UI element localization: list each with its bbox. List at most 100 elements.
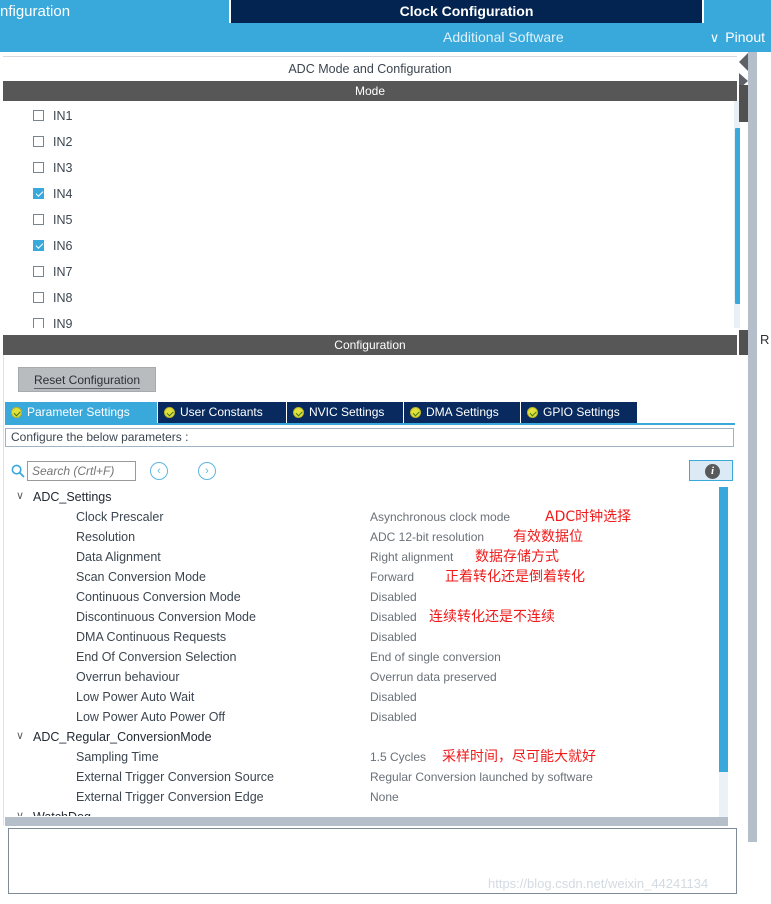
tab-dma-settings[interactable]: DMA Settings [404,402,520,423]
tab-label: Parameter Settings [27,405,130,419]
topbar-right-strip [706,0,771,23]
reset-configuration-button[interactable]: Reset Configuration [18,367,156,392]
parameter-name: Low Power Auto Power Off [76,710,226,724]
rail-marker-upper [739,85,748,122]
mode-section-header: Mode [3,81,737,101]
tree-row[interactable]: Resolution ADC 12-bit resolution 有效数据位 [5,527,719,547]
mode-channel-label: IN1 [53,109,73,123]
parameter-value[interactable]: Disabled [370,687,417,707]
parameter-value[interactable]: Regular Conversion launched by software [370,767,593,787]
tree-row[interactable]: Overrun behaviour Overrun data preserved [5,667,719,687]
additional-software-button[interactable]: Additional Software [443,23,564,52]
collapse-left-arrow-icon[interactable] [739,53,748,71]
tree-group-watchdog[interactable]: ∨ WatchDog [5,807,719,816]
info-button[interactable]: i [689,460,733,481]
checkbox-icon[interactable] [33,214,44,225]
parameter-name: Discontinuous Conversion Mode [76,610,256,624]
tab-gpio-settings[interactable]: GPIO Settings [521,402,637,423]
checkbox-icon[interactable] [33,110,44,121]
parameter-name: Continuous Conversion Mode [76,590,241,604]
parameter-name: End Of Conversion Selection [76,650,237,664]
checkbox-icon[interactable] [33,266,44,277]
checkbox-checked-icon[interactable] [33,188,44,199]
tree-row[interactable]: Scan Conversion Mode Forward 正着转化还是倒着转化 [5,567,719,587]
mode-channel-in2[interactable]: IN2 [33,131,72,153]
parameter-value[interactable]: Right alignment [370,547,453,567]
tab-nvic-settings[interactable]: NVIC Settings [287,402,403,423]
tree-row[interactable]: DMA Continuous Requests Disabled [5,627,719,647]
tree-row[interactable]: Data Alignment Right alignment 数据存储方式 [5,547,719,567]
annotation-note: ADC时钟选择 [545,509,632,525]
tree-row[interactable]: External Trigger Conversion Edge None [5,787,719,807]
tab-label: User Constants [180,405,263,419]
checkbox-checked-icon[interactable] [33,240,44,251]
mode-channel-in9[interactable]: IN9 [33,313,72,328]
annotation-note: 采样时间，尽可能大就好 [442,749,596,765]
checkbox-icon[interactable] [33,318,44,328]
mode-channel-label: IN8 [53,291,73,305]
tree-row[interactable]: Low Power Auto Power Off Disabled [5,707,719,727]
right-rail-scrollbar[interactable] [748,52,757,842]
search-input[interactable] [27,461,136,481]
parameter-name: Resolution [76,530,136,544]
search-previous-button[interactable]: ‹ [150,462,168,480]
tree-row[interactable]: Continuous Conversion Mode Disabled [5,587,719,607]
tree-row[interactable]: External Trigger Conversion Source Regula… [5,767,719,787]
mode-channel-in8[interactable]: IN8 [33,287,72,309]
parameter-value[interactable]: Asynchronous clock mode [370,507,510,527]
tree-group-label: WatchDog [33,807,91,816]
tree-row[interactable]: Sampling Time 1.5 Cycles 采样时间，尽可能大就好 [5,747,719,767]
mode-channel-in5[interactable]: IN5 [33,209,72,231]
tree-group-adc_settings[interactable]: ∨ ADC_Settings [5,487,719,507]
tree-horizontal-scrollbar[interactable] [5,817,728,826]
parameter-value[interactable]: Disabled [370,607,417,627]
parameter-value[interactable]: Disabled [370,627,417,647]
chevron-down-icon[interactable]: ∨ [16,491,27,502]
tree-row[interactable]: Clock Prescaler Asynchronous clock mode AD… [5,507,719,527]
mode-channel-in1[interactable]: IN1 [33,105,72,127]
pinout-menu-button[interactable]: ∨ Pinout [710,23,765,52]
tree-row[interactable]: Discontinuous Conversion Mode Disabled 连续转… [5,607,719,627]
parameter-value[interactable]: None [370,787,399,807]
checkbox-icon[interactable] [33,162,44,173]
checkbox-icon[interactable] [33,136,44,147]
annotation-note: 有效数据位 [513,529,583,545]
chevron-down-icon[interactable]: ∨ [16,731,27,742]
tree-scrollbar-thumb[interactable] [719,487,728,772]
tree-group-label: ADC_Settings [33,490,112,504]
mode-channel-in6[interactable]: IN6 [33,235,72,257]
mode-channel-in7[interactable]: IN7 [33,261,72,283]
parameter-value[interactable]: End of single conversion [370,647,501,667]
tab-clock-configuration[interactable]: Clock Configuration [229,0,704,23]
parameter-value[interactable]: Overrun data preserved [370,667,497,687]
parameter-value[interactable]: ADC 12-bit resolution [370,527,484,547]
chevron-down-icon[interactable]: ∨ [16,811,27,817]
info-icon: i [705,464,720,479]
tab-parameter-settings[interactable]: Parameter Settings [5,402,157,423]
mode-channel-label: IN7 [53,265,73,279]
pinout-label: Pinout [725,29,765,45]
tab-label: DMA Settings [426,405,499,419]
search-next-button[interactable]: › [198,462,216,480]
tab-user-constants[interactable]: User Constants [158,402,286,423]
mode-channel-in3[interactable]: IN3 [33,157,72,179]
tree-row[interactable]: Low Power Auto Wait Disabled [5,687,719,707]
tab-pinout-configuration[interactable]: nfiguration [0,0,70,23]
parameter-value[interactable]: 1.5 Cycles [370,747,426,767]
mode-channel-label: IN2 [53,135,73,149]
tree-row[interactable]: End Of Conversion Selection End of single… [5,647,719,667]
parameter-value[interactable]: Disabled [370,707,417,727]
configuration-section-header: Configuration [3,335,737,355]
tabs-underline [5,423,735,425]
tree-group-adc_regular_conversionmode[interactable]: ∨ ADC_Regular_ConversionMode [5,727,719,747]
page-title: ADC Mode and Configuration [3,56,737,80]
search-icon [11,464,25,478]
parameter-name: Scan Conversion Mode [76,570,206,584]
parameter-value[interactable]: Forward [370,567,414,587]
parameter-value[interactable]: Disabled [370,587,417,607]
parameter-name: External Trigger Conversion Edge [76,790,264,804]
checkbox-icon[interactable] [33,292,44,303]
check-circle-icon [293,407,304,418]
mode-channel-in4[interactable]: IN4 [33,183,72,205]
parameter-tree: ∨ ADC_Settings Clock Prescaler Asynchronous… [5,487,719,816]
